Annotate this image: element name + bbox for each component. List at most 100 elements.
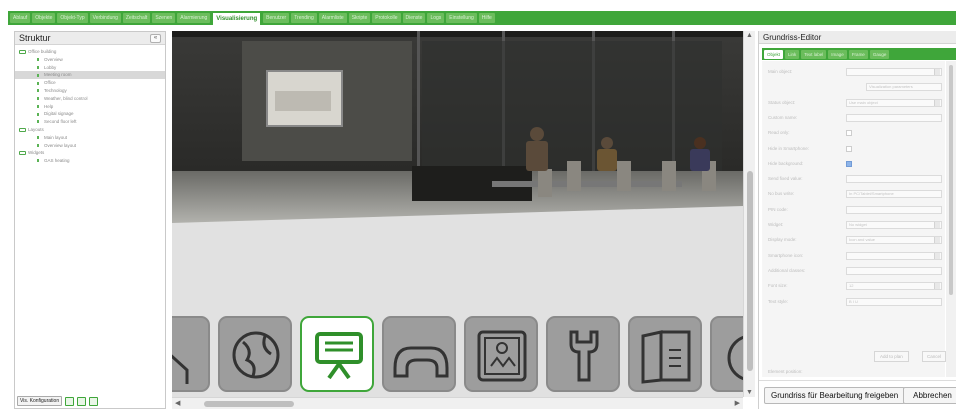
editor-footer: Grundriss für Bearbeitung freigeben Abbr… <box>759 380 956 409</box>
top-tab-logs[interactable]: Logs <box>427 13 445 23</box>
icon-tile[interactable] <box>464 316 538 392</box>
editor-title: Grundriss-Editor <box>763 32 822 42</box>
top-tab-einstellung[interactable]: Einstellung <box>446 13 477 23</box>
top-tab-hilfe[interactable]: Hilfe <box>478 13 495 23</box>
icon-tile[interactable] <box>710 316 743 392</box>
canvas-vertical-scrollbar[interactable]: ▲ ▼ <box>743 31 755 397</box>
abort-button[interactable]: Abbrechen <box>903 387 956 404</box>
scroll-left-icon[interactable]: ◀ <box>175 399 180 407</box>
property-select[interactable]: 12 <box>846 282 942 291</box>
top-tab-szenen[interactable]: Szenen <box>152 13 176 23</box>
vis-configuration-button[interactable]: Vis. Konfiguration <box>17 396 63 406</box>
folder-icon <box>19 49 26 54</box>
property-select[interactable]: Icon and value <box>846 236 942 245</box>
property-select[interactable]: Use main object <box>846 98 942 107</box>
editor-tab-text-label[interactable]: Text label <box>801 49 827 59</box>
tree-node[interactable]: Lobby <box>15 64 165 72</box>
property-input[interactable] <box>846 266 942 275</box>
tree-node[interactable]: Meeting room <box>15 71 165 80</box>
property-label: Text style: <box>768 298 789 304</box>
screen-icon[interactable] <box>77 396 87 406</box>
tree-node[interactable]: Weather, blind control <box>15 95 165 103</box>
top-tab-alarmliste[interactable]: Alarmliste <box>318 13 347 23</box>
tree-node[interactable]: Office <box>15 79 165 87</box>
top-tab-objekte[interactable]: Objekte <box>32 13 56 23</box>
dropdown-arrow-icon <box>934 69 940 75</box>
scroll-up-icon[interactable]: ▲ <box>746 32 753 39</box>
top-tab-objekt-typ[interactable]: Objekt-Typ <box>57 13 88 23</box>
property-select[interactable] <box>846 251 942 260</box>
icon-tile[interactable] <box>628 316 702 392</box>
property-input[interactable]: In PC/Tablet/Smartphone <box>846 190 942 199</box>
top-tab-alarmierung[interactable]: Alarmierung <box>177 13 211 23</box>
tree-node[interactable]: Help <box>15 103 165 111</box>
editor-tab-image[interactable]: Image <box>828 49 847 59</box>
top-tab-zeitschalt[interactable]: Zeitschalt <box>122 13 151 23</box>
book-icon <box>641 330 691 384</box>
tree-node[interactable]: Office building <box>15 48 165 56</box>
page-icon <box>37 73 39 77</box>
property-select[interactable]: No widget <box>846 221 942 229</box>
vertical-scroll-thumb[interactable] <box>747 171 753 371</box>
property-checkbox[interactable] <box>846 130 852 137</box>
tree-node-label: Layouts <box>28 126 44 132</box>
icon-tile[interactable] <box>172 316 210 392</box>
icon-tile[interactable] <box>218 316 292 392</box>
property-input[interactable] <box>846 205 942 214</box>
trash-icon[interactable] <box>89 396 99 406</box>
canvas-horizontal-scrollbar[interactable]: ◀ ▶ <box>172 397 743 409</box>
tree-icon[interactable] <box>65 396 75 406</box>
tree-node[interactable]: GAS heating <box>15 157 165 165</box>
top-tab-skripte[interactable]: Skripte <box>348 13 371 23</box>
editor-scroll-thumb[interactable] <box>949 65 953 295</box>
tree-node[interactable]: Digital signage <box>15 110 165 118</box>
editor-tab-gauge[interactable]: Gauge <box>869 49 890 59</box>
property-row: Smartphone icon: <box>768 251 944 261</box>
top-tab-dienste[interactable]: Dienste <box>402 13 426 23</box>
editor-scrollbar[interactable] <box>946 61 956 377</box>
top-tab-visualisierung[interactable]: Visualisierung <box>212 12 262 25</box>
tree-node[interactable]: Layouts <box>15 126 165 134</box>
tree-node[interactable]: Overview layout <box>15 142 165 150</box>
editor-tab-frame[interactable]: Frame <box>848 49 868 59</box>
tree-node[interactable]: Main layout <box>15 134 165 142</box>
property-checkbox[interactable] <box>846 145 852 152</box>
top-tab-protokolle[interactable]: Protokolle <box>372 13 401 23</box>
tree-node[interactable]: Widgets <box>15 149 165 157</box>
page-icon <box>37 136 39 140</box>
cancel-button[interactable]: Cancel <box>922 351 947 362</box>
tree-node[interactable]: Second floor left <box>15 118 165 126</box>
tree-node[interactable]: Overview <box>15 56 165 64</box>
scroll-right-icon[interactable]: ▶ <box>735 399 740 407</box>
editor-tab-link[interactable]: Link <box>785 49 800 59</box>
property-input[interactable]: B I U <box>846 297 942 306</box>
top-tab-benutzer[interactable]: Benutzer <box>263 13 290 23</box>
property-input[interactable] <box>846 175 942 184</box>
property-checkbox[interactable] <box>846 160 852 167</box>
visualization-parameters-button[interactable]: Visualization parameters <box>866 83 942 92</box>
property-value: In PC/Tablet/Smartphone <box>849 191 894 197</box>
property-row: Text style: B I U <box>768 297 944 307</box>
top-tab-verbindung[interactable]: Verbindung <box>89 13 121 23</box>
tree-node[interactable]: Technology <box>15 87 165 95</box>
folder-icon <box>19 151 26 156</box>
structure-footer: Vis. Konfiguration <box>17 396 99 406</box>
tree-node-label: Main layout <box>44 134 68 140</box>
property-label: Hide background: <box>768 160 804 166</box>
icon-tile[interactable] <box>382 316 456 392</box>
icon-tile[interactable] <box>300 316 374 392</box>
property-input[interactable] <box>846 113 942 122</box>
property-select[interactable] <box>846 68 942 76</box>
release-plan-button[interactable]: Grundriss für Bearbeitung freigeben <box>764 387 906 404</box>
horizontal-scroll-thumb[interactable] <box>204 401 294 407</box>
property-row: Additional classes: <box>768 266 944 276</box>
top-tab-trending[interactable]: Trending <box>291 13 317 23</box>
editor-tab-objekt[interactable]: Objekt <box>764 49 784 59</box>
property-row: Visualization parameters <box>768 82 944 92</box>
double-chevron-left-icon[interactable]: « <box>150 33 161 43</box>
scroll-down-icon[interactable]: ▼ <box>746 389 753 396</box>
add-to-plan-button[interactable]: Add to plan <box>874 351 909 362</box>
top-tab-ablauf[interactable]: Ablauf <box>10 13 31 23</box>
icon-tile[interactable] <box>546 316 620 392</box>
plan-canvas[interactable] <box>172 31 743 397</box>
